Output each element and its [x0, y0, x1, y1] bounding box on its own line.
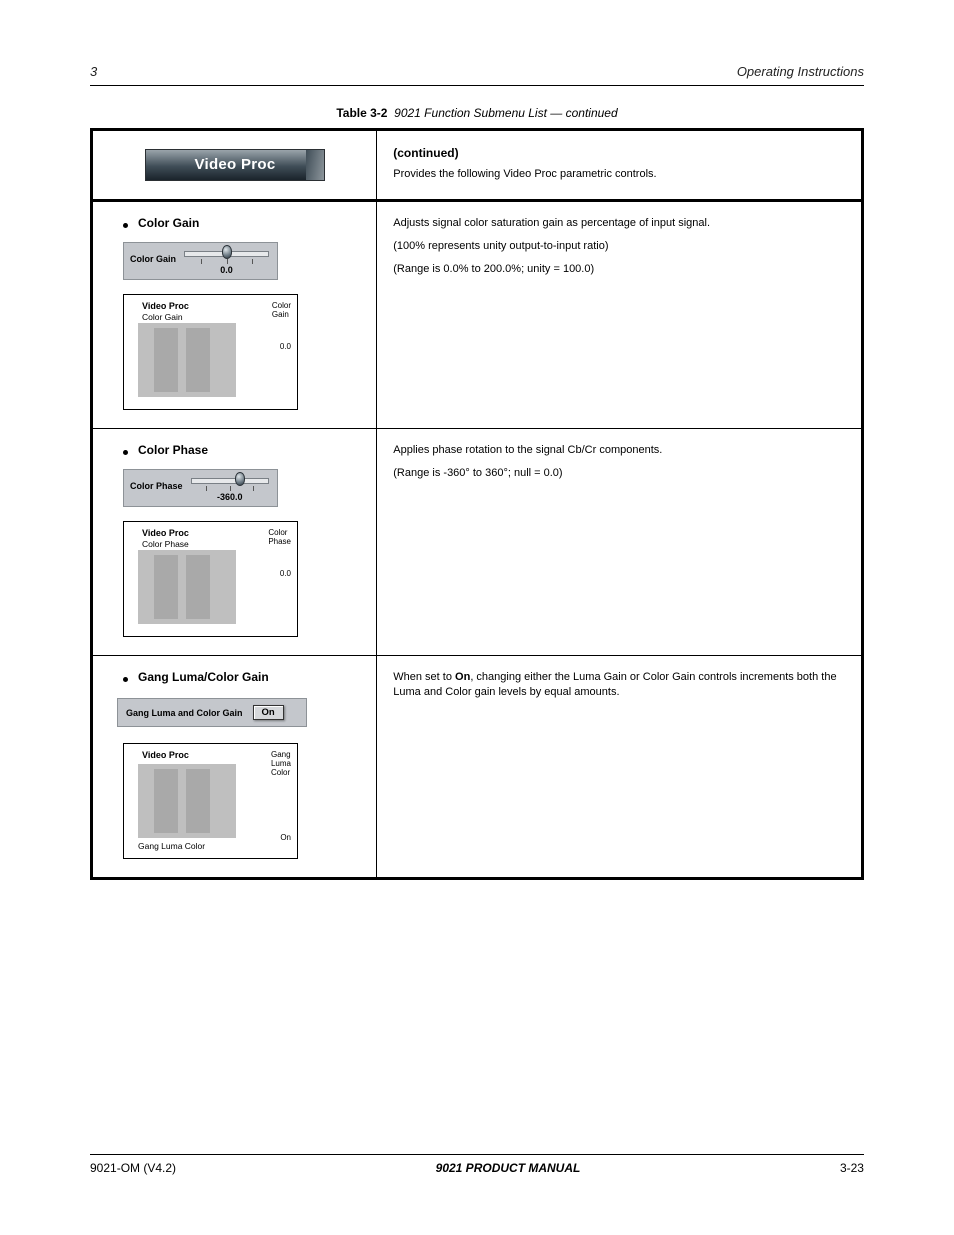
desc-text: Applies phase rotation to the signal Cb/… — [393, 443, 845, 458]
page-footer: 9021-OM (V4.2) 9021 PRODUCT MANUAL 3-23 — [90, 1154, 864, 1175]
bullet-icon — [123, 223, 128, 228]
desc-text: Adjusts signal color saturation gain as … — [393, 216, 845, 231]
ogcp-side-a: GangLumaColor — [271, 751, 291, 777]
ogcp-side-a: ColorGain — [272, 302, 291, 320]
ogcp-label: Color Phase — [142, 539, 189, 549]
desc-range: (Range is -360° to 360°; null = 0.0) — [393, 466, 845, 481]
toggle-label: Gang Luma and Color Gain — [126, 708, 243, 718]
ogcp-side-b: 0.0 — [280, 570, 291, 579]
ogcp-title: Video Proc — [142, 528, 189, 538]
slider-thumb[interactable] — [222, 245, 232, 259]
ogcp-panel: Video Proc Color Gain ColorGain 0.0 — [123, 294, 298, 410]
function-table: Video Proc (continued) Provides the foll… — [90, 128, 864, 880]
video-proc-tab[interactable]: Video Proc — [145, 149, 325, 181]
gang-toggle-widget: Gang Luma and Color Gain On — [117, 698, 307, 727]
ogcp-side-c: On — [280, 834, 291, 843]
color-phase-slider[interactable]: Color Phase -360.0 — [123, 469, 278, 507]
footer-left: 9021-OM (V4.2) — [90, 1161, 176, 1175]
caption-text: 9021 Function Submenu List — continued — [394, 106, 617, 120]
color-gain-slider[interactable]: Color Gain 0.0 — [123, 242, 278, 280]
ogcp-panel: Video Proc Gang Luma Color GangLumaColor… — [123, 743, 298, 859]
desc-text: (100% represents unity output-to-input r… — [393, 239, 845, 254]
desc-range: (Range is 0.0% to 200.0%; unity = 100.0) — [393, 262, 845, 277]
slider-value: -360.0 — [189, 492, 271, 502]
desc-text: When set to On, changing either the Luma… — [393, 670, 845, 700]
footer-right: 3-23 — [840, 1161, 864, 1175]
slider-value: 0.0 — [182, 265, 271, 275]
ogcp-screen — [138, 550, 236, 624]
ogcp-label: Gang Luma Color — [138, 841, 205, 851]
func-color-gain: Color Gain — [138, 216, 199, 230]
gang-toggle-button[interactable]: On — [253, 705, 284, 720]
bullet-icon — [123, 450, 128, 455]
chapter-number: 3 — [90, 64, 97, 79]
ogcp-title: Video Proc — [142, 750, 189, 760]
ogcp-label: Color Gain — [142, 312, 183, 322]
func-color-phase: Color Phase — [138, 443, 208, 457]
slider-label: Color Phase — [130, 474, 183, 491]
head-desc: Provides the following Video Proc parame… — [393, 167, 845, 182]
slider-thumb[interactable] — [235, 472, 245, 486]
bullet-icon — [123, 677, 128, 682]
ogcp-screen — [138, 764, 236, 838]
chapter-title: Operating Instructions — [737, 64, 864, 79]
slider-label: Color Gain — [130, 247, 176, 264]
caption-prefix: Table 3-2 — [336, 106, 387, 120]
func-gang: Gang Luma/Color Gain — [138, 670, 269, 684]
ogcp-side-a: ColorPhase — [268, 529, 291, 547]
ogcp-title: Video Proc — [142, 301, 189, 311]
head-continued: (continued) — [393, 145, 845, 161]
table-caption: Table 3-2 9021 Function Submenu List — c… — [90, 106, 864, 120]
ogcp-screen — [138, 323, 236, 397]
footer-mid: 9021 PRODUCT MANUAL — [436, 1161, 581, 1175]
slider-track[interactable] — [191, 478, 269, 484]
ogcp-panel: Video Proc Color Phase ColorPhase 0.0 — [123, 521, 298, 637]
ogcp-side-b: 0.0 — [280, 343, 291, 352]
